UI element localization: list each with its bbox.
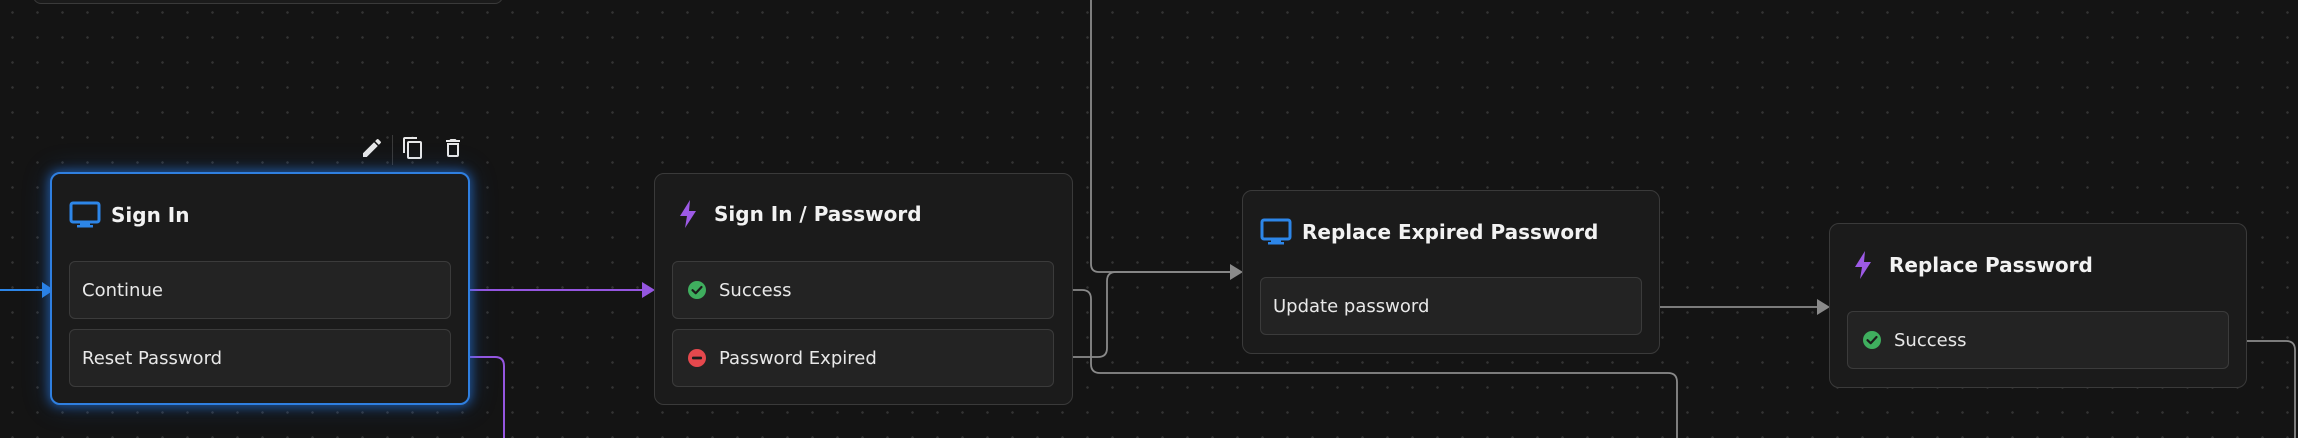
bolt-icon: [672, 199, 704, 229]
output-row-continue[interactable]: Continue: [69, 261, 451, 319]
node-header: Replace Expired Password: [1243, 217, 1659, 247]
node-title: Sign In / Password: [714, 202, 922, 226]
output-row-update-password[interactable]: Update password: [1260, 277, 1642, 335]
output-row-password-expired[interactable]: Password Expired: [672, 329, 1054, 387]
row-label: Success: [1894, 329, 1967, 351]
output-row-success[interactable]: Success: [1847, 311, 2229, 369]
node-title: Replace Password: [1889, 253, 2093, 277]
edge-top-to-replace-expired: [1090, 0, 1230, 273]
bolt-icon: [1847, 250, 1879, 280]
trash-icon: [441, 136, 465, 164]
node-replace-expired-password[interactable]: Replace Expired Password Update password: [1242, 190, 1660, 354]
duplicate-button[interactable]: [393, 134, 433, 166]
monitor-icon: [69, 200, 101, 230]
row-label: Reset Password: [82, 347, 223, 369]
node-replace-password[interactable]: Replace Password Success: [1829, 223, 2247, 388]
node-sign-in-password[interactable]: Sign In / Password Success Password Expi…: [654, 173, 1073, 405]
node-title: Sign In: [111, 203, 190, 227]
edge-password-expired-to-replace-expired: [1053, 271, 1230, 358]
row-label: Success: [719, 279, 792, 301]
node-header: Sign In / Password: [655, 199, 1072, 229]
row-label: Password Expired: [719, 347, 877, 369]
node-header: Sign In: [52, 200, 468, 230]
row-label: Continue: [82, 279, 163, 301]
copy-icon: [401, 136, 425, 164]
error-circle-icon: [687, 348, 707, 368]
check-circle-icon: [687, 280, 707, 300]
pencil-icon: [360, 136, 384, 164]
row-label: Update password: [1273, 295, 1430, 317]
output-row-reset-password[interactable]: Reset Password: [69, 329, 451, 387]
node-header: Replace Password: [1830, 250, 2246, 280]
node-toolbar: [352, 134, 473, 166]
delete-button[interactable]: [433, 134, 473, 166]
output-row-success[interactable]: Success: [672, 261, 1054, 319]
edit-button[interactable]: [352, 134, 392, 166]
node-sign-in[interactable]: Sign In Continue Reset Password: [50, 172, 470, 405]
node-title: Replace Expired Password: [1302, 220, 1599, 244]
offscreen-node[interactable]: [33, 0, 503, 4]
check-circle-icon: [1862, 330, 1882, 350]
monitor-icon: [1260, 217, 1292, 247]
